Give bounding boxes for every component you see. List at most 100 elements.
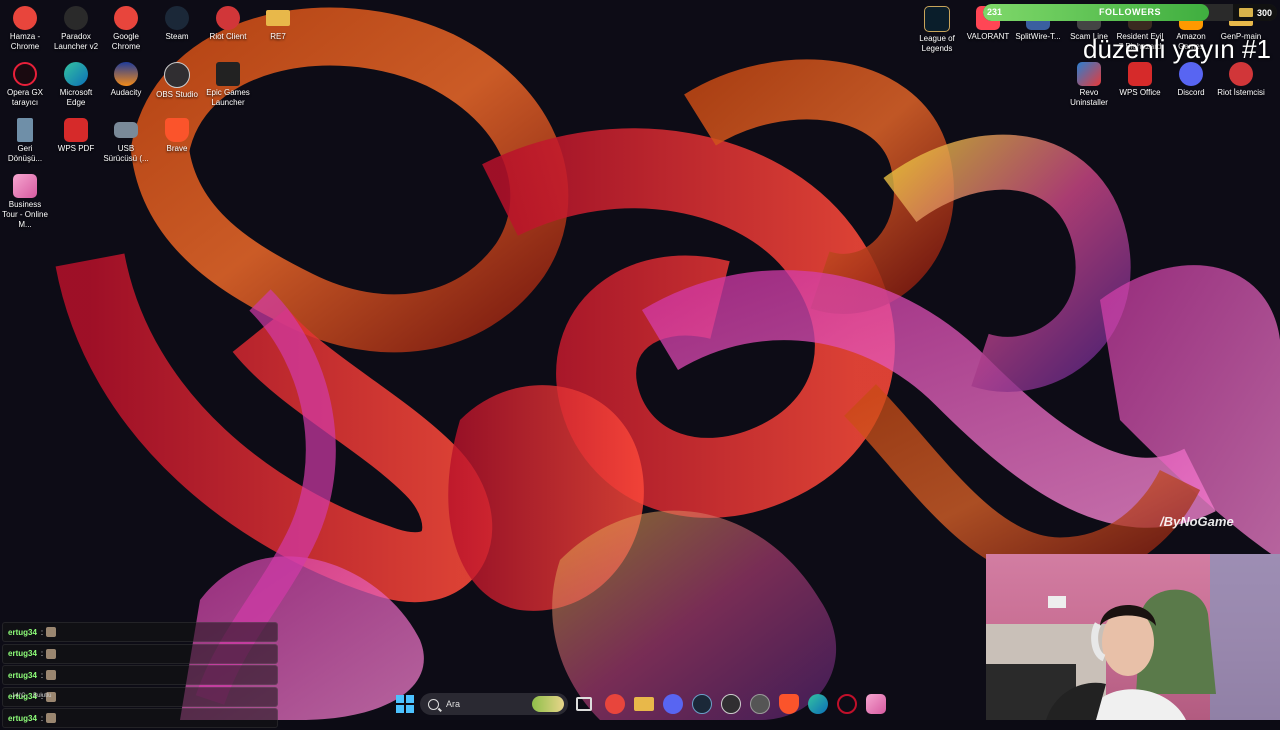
desktop-icon-label: Audacity [110, 88, 142, 97]
followers-goal-box: 300 [1233, 4, 1277, 21]
brave-icon[interactable] [778, 694, 799, 714]
chat-separator: : [40, 649, 44, 659]
desktop-icon-discord[interactable]: Discord [1166, 62, 1216, 98]
chat-username: ertug34 [8, 713, 37, 723]
discord-icon[interactable] [662, 694, 683, 714]
desktop-icon-business-tour[interactable]: Business Tour - Online M... [0, 174, 50, 230]
watermark: /ByNoGame [1160, 514, 1234, 529]
desktop-icon-riot-client[interactable]: Riot Client [203, 6, 253, 42]
desktop-icon-steam[interactable]: Steam [152, 6, 202, 42]
desktop-icon-label: Revo Uninstaller [1070, 88, 1108, 107]
desktop-icon-hamza-chrome[interactable]: Hamza - Chrome [0, 6, 50, 52]
folder-icon [266, 10, 290, 26]
desktop-icon-label: SplitWire-T... [1015, 32, 1061, 41]
chat-separator: : [40, 713, 44, 723]
chat-separator: : [40, 627, 44, 637]
desktop-icon-label: Geri Dönüşü... [7, 144, 43, 163]
task-view-icon[interactable] [576, 697, 592, 711]
steam-icon[interactable] [691, 694, 712, 714]
business-tour-icon [13, 174, 37, 198]
revo-icon [1077, 62, 1101, 86]
audacity-icon [114, 62, 138, 86]
desktop-icon-label: League of Legends [919, 34, 955, 53]
desktop-icon-label: Brave [166, 144, 188, 153]
chat-message: ertug34 : [2, 643, 278, 664]
desktop-icon-usb-drive[interactable]: USB Sürücüsü (... [101, 118, 151, 164]
desktop-icon-label: Paradox Launcher v2 [53, 32, 99, 51]
windows-start-icon[interactable] [396, 695, 414, 713]
stream-title: düzenli yayın #1 [1083, 34, 1271, 64]
desktop-icon-label: Microsoft Edge [59, 88, 93, 107]
chat-message: ertug34 : [2, 622, 278, 642]
epic-games-icon [216, 62, 240, 86]
chat-message: ertug34 : [2, 708, 278, 729]
desktop-icon-label: RE7 [270, 32, 286, 41]
chat-message: ertug34 : [2, 665, 278, 686]
webcam-person-image [986, 554, 1280, 720]
webcam-feed [986, 554, 1280, 720]
obs-icon[interactable] [720, 694, 741, 714]
desktop-icon-label: Riot Client [209, 32, 247, 41]
desktop-icon-label: Discord [1177, 88, 1205, 97]
desktop-icon-label: WPS PDF [57, 144, 95, 153]
chat-overlay: ertug34 : ertug34 : ertug34 : ertug34 : … [2, 622, 278, 730]
desktop-icon-recycle-bin[interactable]: Geri Dönüşü... [0, 118, 50, 164]
desktop-icon-paradox-launcher[interactable]: Paradox Launcher v2 [51, 6, 101, 52]
followers-goal: 300 [1256, 7, 1272, 18]
riot-icon [1229, 62, 1253, 86]
followers-goal-bar: 231 FOLLOWERS 300 [983, 4, 1277, 21]
obs-recording-icon[interactable] [749, 694, 770, 714]
desktop-icon-label: Steam [165, 32, 189, 41]
taskbar: Ara [392, 690, 892, 718]
weather-widget[interactable]: 14°C Bulutlu [12, 693, 51, 699]
emote-icon [46, 627, 57, 637]
brave-icon [165, 118, 189, 142]
desktop-icon-epic-games[interactable]: Epic Games Launcher [203, 62, 253, 108]
taskbar-search[interactable]: Ara [420, 693, 568, 715]
desktop-icon-obs-studio[interactable]: OBS Studio [152, 62, 202, 100]
search-icon [428, 698, 439, 710]
desktop-icon-wps-office[interactable]: WPS Office [1115, 62, 1165, 98]
desktop-icon-riot-istemcisi[interactable]: Riot İstemcisi [1216, 62, 1266, 98]
search-highlight-image [532, 696, 564, 712]
desktop-icon-microsoft-edge[interactable]: Microsoft Edge [51, 62, 101, 108]
chrome-icon [114, 6, 138, 30]
riot-icon [216, 6, 240, 30]
desktop-icon-label: Google Chrome [111, 32, 141, 51]
desktop-icon-label: USB Sürücüsü (... [103, 144, 149, 163]
desktop-icon-label: Epic Games Launcher [206, 88, 250, 107]
chat-username: ertug34 [8, 670, 37, 680]
emote-icon [46, 713, 57, 724]
recycle-bin-icon [17, 118, 33, 142]
wps-office-icon [1128, 62, 1152, 86]
desktop-icon-league-of-legends[interactable]: League of Legends [912, 6, 962, 54]
desktop-icon-audacity[interactable]: Audacity [101, 62, 151, 98]
desktop-icon-re7-folder[interactable]: RE7 [253, 6, 303, 42]
discord-icon [1179, 62, 1203, 86]
chat-separator: : [40, 670, 44, 680]
league-icon [924, 6, 950, 32]
desktop-icon-label: Hamza - Chrome [9, 32, 41, 51]
edge-icon[interactable] [807, 694, 828, 714]
desktop-icon-label: VALORANT [966, 32, 1010, 41]
desktop-icon-wps-pdf[interactable]: WPS PDF [51, 118, 101, 154]
desktop-icon-revo-uninstaller[interactable]: Revo Uninstaller [1064, 62, 1114, 108]
desktop-icon-brave[interactable]: Brave [152, 118, 202, 154]
weather-temp: 14°C [12, 693, 26, 699]
desktop-icon-label: WPS Office [1119, 88, 1161, 97]
paradox-icon [64, 6, 88, 30]
wps-pdf-icon [64, 118, 88, 142]
desktop-icon-opera-gx[interactable]: Opera GX tarayıcı [0, 62, 50, 108]
desktop-icon-label: Business Tour - Online M... [2, 200, 48, 229]
opera-gx-icon[interactable] [836, 694, 857, 714]
search-placeholder: Ara [446, 699, 461, 709]
usb-drive-icon [114, 122, 138, 138]
business-tour-icon[interactable] [865, 694, 886, 714]
desktop-icon-label: OBS Studio [156, 90, 198, 99]
steam-icon [165, 6, 189, 30]
chrome-icon[interactable] [604, 694, 625, 714]
desktop-icon-google-chrome[interactable]: Google Chrome [101, 6, 151, 52]
chat-username: ertug34 [8, 649, 37, 659]
file-explorer-icon[interactable] [633, 697, 654, 711]
edge-icon [64, 62, 88, 86]
